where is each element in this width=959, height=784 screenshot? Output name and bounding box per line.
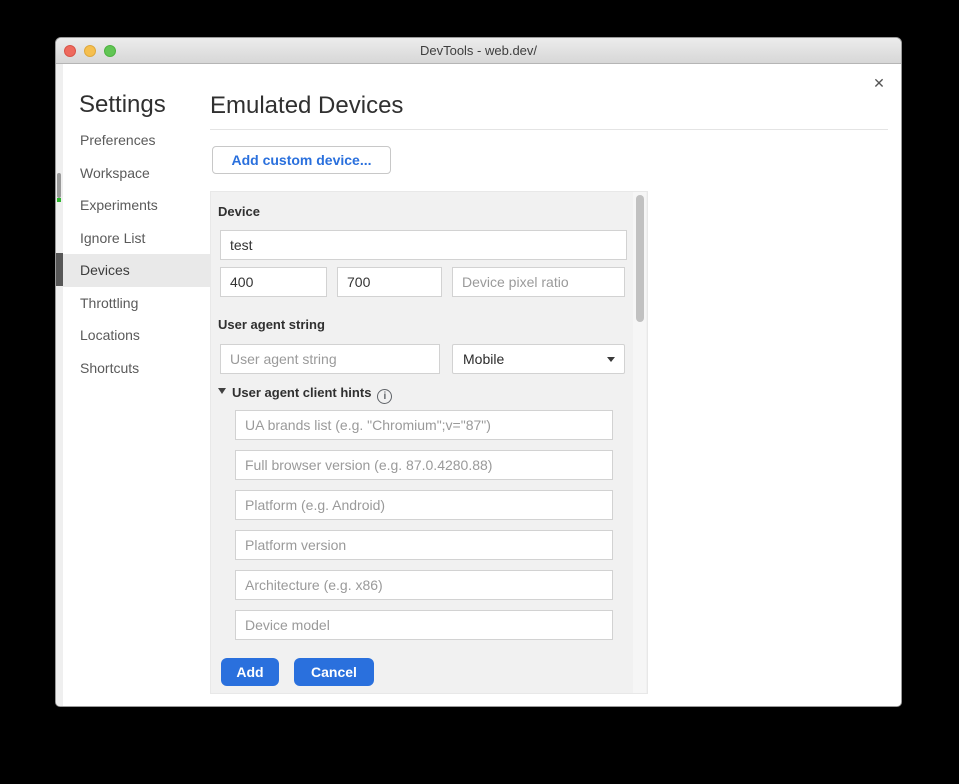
selected-item-edge-bar <box>56 253 63 286</box>
device-pixel-ratio-input[interactable] <box>452 267 625 297</box>
client-hints-header: User agent client hints i <box>218 384 392 404</box>
form-scrollbar-track[interactable] <box>633 192 646 693</box>
background-scrollbar-thumb <box>57 173 61 198</box>
user-agent-type-value: Mobile <box>463 351 504 367</box>
close-icon[interactable]: ✕ <box>868 72 890 94</box>
client-hint-input-5[interactable] <box>235 570 613 600</box>
device-form-panel: Device User agent string Mobile User age… <box>210 191 648 694</box>
client-hint-input-3[interactable] <box>235 490 613 520</box>
screen-background: DevTools - web.dev/ Settings Preferences… <box>0 0 959 784</box>
collapse-triangle-icon[interactable] <box>218 388 226 394</box>
settings-heading: Settings <box>79 91 166 119</box>
device-height-input[interactable] <box>337 267 442 297</box>
settings-dialog: Settings PreferencesWorkspaceExperiments… <box>56 64 901 707</box>
client-hint-input-6[interactable] <box>235 610 613 640</box>
device-section-label: Device <box>218 204 260 219</box>
header-divider <box>210 129 888 130</box>
add-button[interactable]: Add <box>221 658 279 686</box>
client-hints-label: User agent client hints <box>232 385 371 400</box>
client-hint-input-4[interactable] <box>235 530 613 560</box>
page-title: Emulated Devices <box>210 92 403 120</box>
device-name-input[interactable] <box>220 230 627 260</box>
form-scrollbar-thumb[interactable] <box>636 195 644 322</box>
client-hint-input-1[interactable] <box>235 410 613 440</box>
add-custom-device-button[interactable]: Add custom device... <box>212 146 391 174</box>
info-icon[interactable]: i <box>377 389 392 404</box>
window-title: DevTools - web.dev/ <box>56 38 901 64</box>
chevron-down-icon <box>607 357 615 362</box>
device-width-input[interactable] <box>220 267 327 297</box>
background-green-dot <box>57 198 61 202</box>
devtools-window: DevTools - web.dev/ Settings Preferences… <box>55 37 902 707</box>
cancel-button[interactable]: Cancel <box>294 658 374 686</box>
user-agent-type-select[interactable]: Mobile <box>452 344 625 374</box>
user-agent-section-label: User agent string <box>218 317 325 332</box>
user-agent-string-input[interactable] <box>220 344 440 374</box>
titlebar[interactable]: DevTools - web.dev/ <box>56 38 901 64</box>
client-hint-input-2[interactable] <box>235 450 613 480</box>
background-page-sliver <box>56 64 63 707</box>
